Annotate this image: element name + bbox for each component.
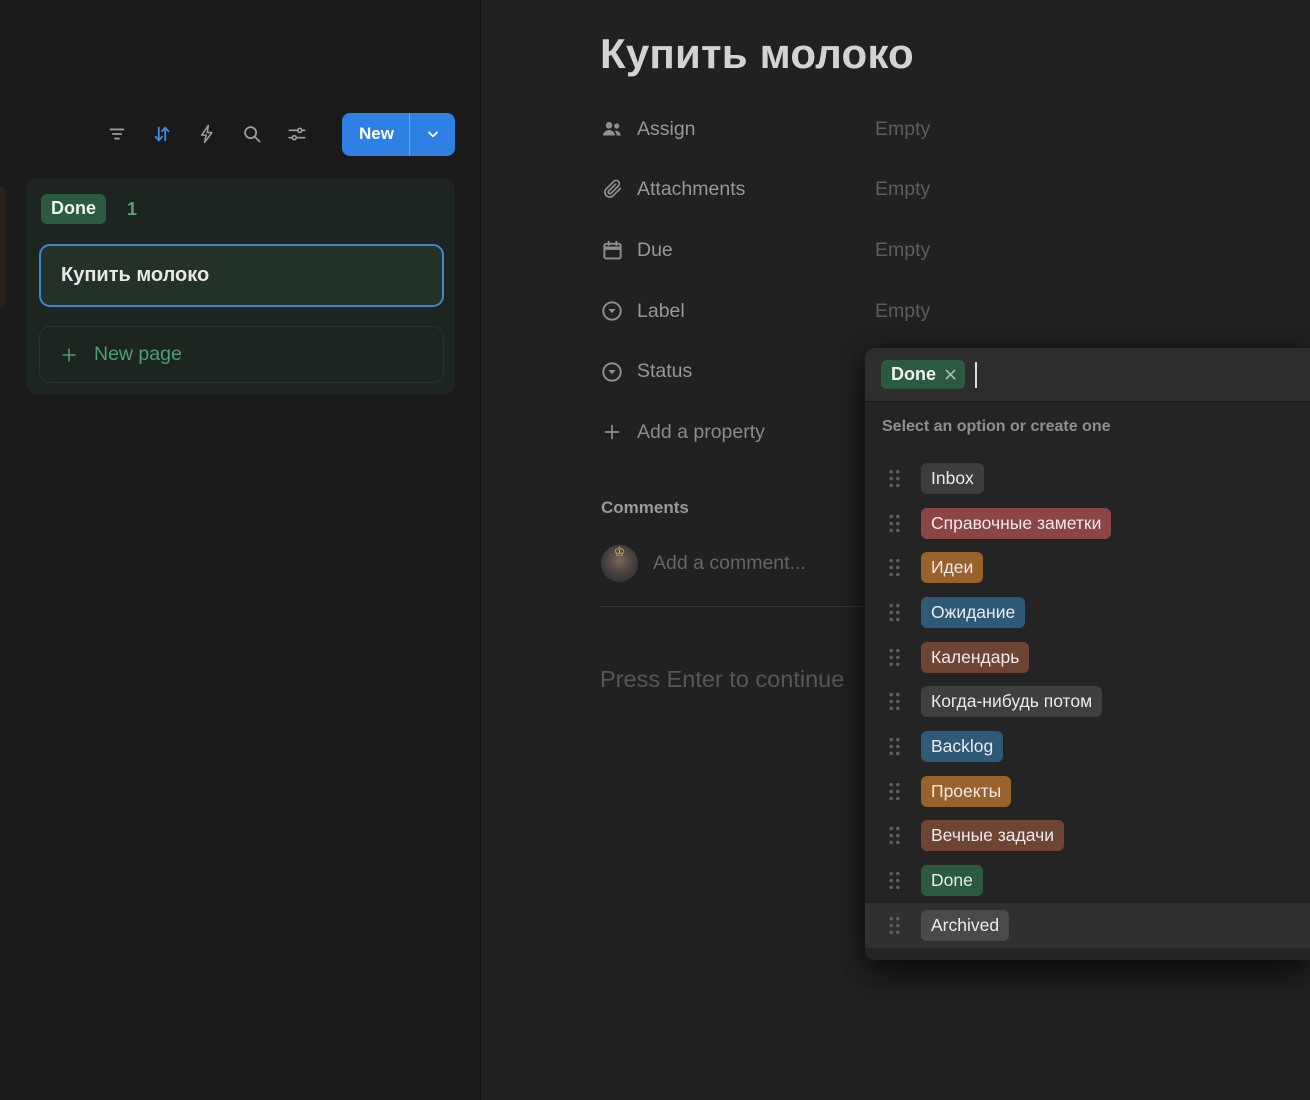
property-row[interactable]: Assign Empty [600,99,1290,160]
option-list: Inbox Справочные заметки Идеи Ожидание Кален… [865,456,1310,948]
option-row[interactable]: Done [865,858,1310,903]
select-icon [600,360,624,384]
option-row[interactable]: Вечные задачи [865,814,1310,859]
group-header[interactable]: Done 1 [39,194,444,224]
option-row[interactable]: Archived [865,902,1310,948]
status-dropdown: Done Select an option or create one Inbo… [865,348,1310,960]
drag-handle-icon[interactable] [887,468,902,489]
add-property-label: Add a property [637,420,765,443]
adjacent-column-card-edge [0,186,6,308]
property-value[interactable]: Empty [875,178,930,201]
app-window: New Done 1 Купить молоко New page Купить… [0,0,1310,1100]
property-label[interactable]: Label [637,300,685,323]
search-icon[interactable] [240,122,264,146]
drag-handle-icon[interactable] [887,513,902,534]
group-status-tag: Done [41,194,106,224]
press-enter-hint: Press Enter to continue [600,666,845,692]
kanban-group-done: Done 1 Купить молоко New page [26,178,455,395]
comments-heading: Comments [601,498,689,517]
kanban-card-selected[interactable]: Купить молоко [39,244,444,307]
option-row[interactable]: Inbox [865,456,1310,501]
drag-handle-icon[interactable] [887,825,902,846]
calendar-icon [600,238,624,262]
dropdown-body: Select an option or create one Inbox Спра… [865,402,1310,960]
plus-icon [59,345,79,365]
option-tag: Done [921,865,983,897]
option-tag: Backlog [921,730,1004,762]
option-tag: Ожидание [921,596,1026,628]
property-value[interactable]: Empty [875,118,930,141]
option-row[interactable]: Справочные заметки [865,501,1310,546]
property-label[interactable]: Assign [637,118,696,141]
option-tag: Справочные заметки [921,507,1112,539]
drag-handle-icon[interactable] [887,915,902,936]
assign-icon [600,117,624,141]
sliders-icon[interactable] [285,122,309,146]
option-row[interactable]: Календарь [865,635,1310,680]
option-row[interactable]: Когда-нибудь потом [865,679,1310,724]
drag-handle-icon[interactable] [887,557,902,578]
drag-handle-icon[interactable] [887,602,902,623]
card-title: Купить молоко [61,264,210,286]
property-row[interactable]: Due Empty [600,220,1290,281]
text-cursor [975,361,977,388]
option-tag: Идеи [921,552,984,584]
sort-icon[interactable] [150,122,174,146]
option-tag: Вечные задачи [921,820,1064,852]
new-page-label: New page [94,343,182,365]
drag-handle-icon[interactable] [887,647,902,668]
chevron-down-icon[interactable] [410,113,455,156]
property-row[interactable]: Label Empty [600,281,1290,342]
group-count: 1 [127,198,138,219]
comment-input[interactable]: Add a comment... [653,552,806,575]
comment-row: ♔ Add a comment... [601,545,806,582]
drag-handle-icon[interactable] [887,781,902,802]
option-row[interactable]: Ожидание [865,590,1310,635]
drag-handle-icon[interactable] [887,870,902,891]
filter-icon[interactable] [105,122,129,146]
page-detail-panel: Купить молоко Assign Empty Attachments Empt… [481,0,1310,1100]
board-toolbar: New [0,112,455,156]
option-tag: Archived [921,909,1010,941]
selected-status-label: Done [891,364,936,384]
option-row[interactable]: Backlog [865,724,1310,769]
select-icon [600,299,624,323]
property-value[interactable]: Empty [875,239,930,262]
option-tag: Проекты [921,775,1012,807]
avatar: ♔ [601,545,638,582]
property-label[interactable]: Status [637,360,692,383]
drag-handle-icon[interactable] [887,691,902,712]
property-label[interactable]: Attachments [637,178,745,201]
option-tag: Когда-нибудь потом [921,686,1103,718]
option-tag: Inbox [921,462,984,494]
option-tag: Календарь [921,641,1030,673]
new-button[interactable]: New [342,113,409,156]
property-row[interactable]: Attachments Empty [600,160,1290,221]
status-tag-input[interactable]: Done [865,348,1310,402]
lightning-icon[interactable] [195,122,219,146]
board-panel: New Done 1 Купить молоко New page [0,0,481,1100]
property-label[interactable]: Due [637,239,673,262]
dropdown-hint: Select an option or create one [882,418,1111,435]
attachment-icon [600,178,624,202]
new-split-button: New [342,112,455,156]
selected-status-chip[interactable]: Done [881,360,965,389]
property-value[interactable]: Empty [875,300,930,323]
page-title[interactable]: Купить молоко [600,30,914,78]
plus-icon [600,420,624,444]
option-row[interactable]: Идеи [865,545,1310,590]
option-row[interactable]: Проекты [865,769,1310,814]
new-page-button[interactable]: New page [39,326,444,383]
drag-handle-icon[interactable] [887,736,902,757]
remove-tag-icon[interactable] [944,368,957,381]
